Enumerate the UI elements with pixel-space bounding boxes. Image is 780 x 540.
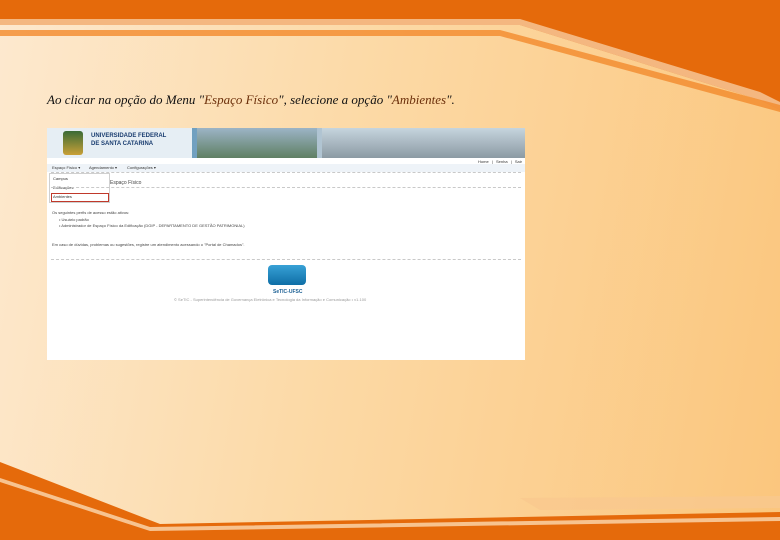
university-seal-icon — [63, 131, 83, 155]
instruction-caption: Ao clicar na opção do Menu "Espaço Físic… — [47, 92, 455, 108]
setic-logo-icon — [268, 265, 306, 285]
caption-menu-item: Espaço Físico — [204, 92, 279, 107]
page-title: Espaço Físico — [110, 180, 142, 186]
divider — [51, 259, 521, 260]
divider — [51, 187, 521, 188]
menu-bar: Espaço Físico ▾ Agendamento ▾ Configuraç… — [47, 164, 525, 172]
divider — [51, 172, 521, 173]
profile-item: • Administrador de Espaço Físico da Edif… — [59, 223, 245, 228]
banner-photo-2 — [322, 128, 525, 158]
logo-area: UNIVERSIDADE FEDERAL DE SANTA CATARINA — [47, 128, 192, 158]
caption-middle: ", selecione a opção " — [278, 92, 392, 107]
caption-option: Ambientes — [391, 92, 447, 107]
setic-logo-text: SeTIC-UFSC — [273, 289, 303, 295]
embedded-screenshot: UNIVERSIDADE FEDERAL DE SANTA CATARINA H… — [47, 128, 525, 360]
menu-agendamento[interactable]: Agendamento ▾ — [89, 165, 117, 170]
ambientes-highlight — [51, 193, 109, 202]
university-name-line2: DE SANTA CATARINA — [91, 141, 154, 147]
caption-suffix: ". — [446, 92, 455, 107]
banner-photo — [197, 128, 317, 158]
profiles-intro: Os seguintes perfis de acesso estão ativ… — [52, 210, 130, 215]
menu-espaco-fisico[interactable]: Espaço Físico ▾ — [52, 165, 80, 170]
help-text: Em caso de dúvidas, problemas ou sugestõ… — [52, 242, 245, 247]
university-name: UNIVERSIDADE FEDERAL DE SANTA CATARINA — [91, 132, 191, 148]
profile-item: • Usuário padrão — [59, 217, 89, 222]
espaco-fisico-dropdown: Campus Edificações Ambientes — [49, 173, 110, 203]
university-name-line1: UNIVERSIDADE FEDERAL — [91, 133, 167, 139]
dropdown-item-campus[interactable]: Campus — [53, 176, 68, 181]
menu-configuracoes[interactable]: Configurações ▾ — [127, 165, 156, 170]
footer-note: © SeTIC - Superintendência de Governança… — [174, 297, 367, 302]
banner: UNIVERSIDADE FEDERAL DE SANTA CATARINA — [47, 128, 525, 158]
caption-prefix: Ao clicar na opção do Menu " — [47, 92, 205, 107]
